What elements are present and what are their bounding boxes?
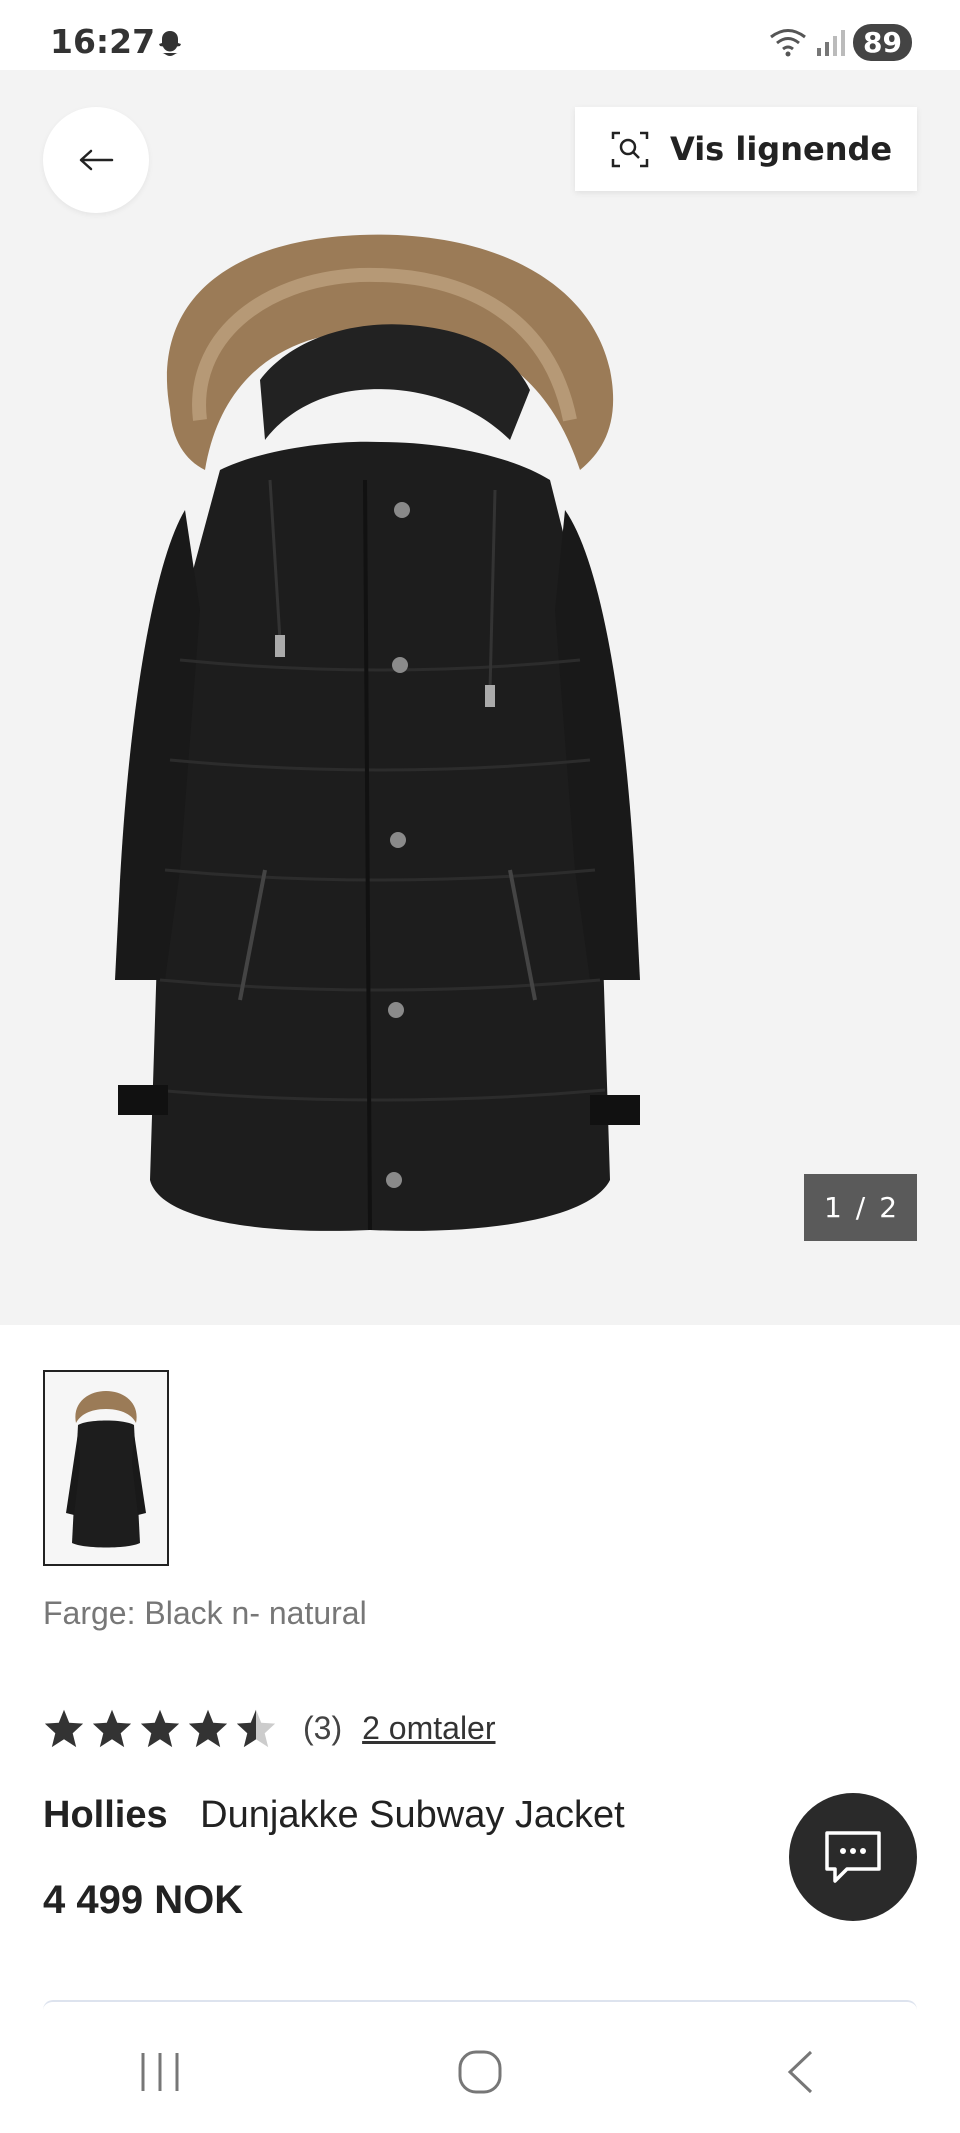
product-brand[interactable]: Hollies [43, 1794, 168, 1836]
signal-icon [817, 30, 846, 56]
product-name: Dunjakke Subway Jacket [200, 1794, 625, 1836]
product-title: Hollies Dunjakke Subway Jacket [43, 1794, 625, 1837]
battery-indicator: 89 [853, 23, 912, 61]
status-bar: 16:27 89 [0, 0, 960, 70]
rating-row: (3) 2 omtaler [43, 1708, 496, 1748]
thumbnail-image [66, 1391, 146, 1548]
star-half-icon [236, 1709, 276, 1748]
image-counter-total: 2 [879, 1191, 898, 1224]
recent-apps-button[interactable] [100, 2032, 220, 2112]
status-time: 16:27 [50, 22, 156, 61]
image-counter-separator: / [855, 1191, 866, 1224]
home-icon [458, 2050, 502, 2093]
arrow-left-icon [79, 149, 114, 171]
reviews-link[interactable]: 2 omtaler [362, 1710, 495, 1747]
show-similar-button[interactable]: Vis lignende [575, 107, 917, 191]
color-label: Farge: Black n- natural [43, 1595, 367, 1631]
product-image-carousel[interactable]: Vis lignende 1 / 2 [0, 70, 960, 1325]
star-icon [92, 1709, 132, 1748]
star-icon [44, 1709, 84, 1748]
recent-apps-icon [141, 2052, 179, 2091]
home-button[interactable] [420, 2032, 540, 2112]
wifi-icon [770, 29, 806, 57]
star-icon [188, 1709, 228, 1748]
product-price: 4 499 NOK [43, 1878, 244, 1922]
chat-button[interactable] [789, 1793, 917, 1921]
rating-count: (3) [303, 1709, 343, 1746]
chevron-left-icon [787, 2050, 813, 2093]
show-similar-label: Vis lignende [670, 130, 893, 168]
product-image [115, 234, 640, 1231]
back-button[interactable] [43, 107, 149, 213]
status-icons: 89 [769, 22, 912, 62]
image-counter: 1 / 2 [804, 1174, 917, 1241]
visual-search-icon [611, 131, 649, 168]
chat-icon [825, 1831, 881, 1883]
back-nav-button[interactable] [740, 2032, 860, 2112]
image-counter-current: 1 [823, 1191, 842, 1224]
snapchat-ghost-icon [159, 31, 181, 56]
product-thumbnail[interactable] [43, 1370, 169, 1566]
rating-stars [43, 1708, 277, 1748]
star-icon [140, 1709, 180, 1748]
system-nav-bar [0, 2010, 960, 2133]
